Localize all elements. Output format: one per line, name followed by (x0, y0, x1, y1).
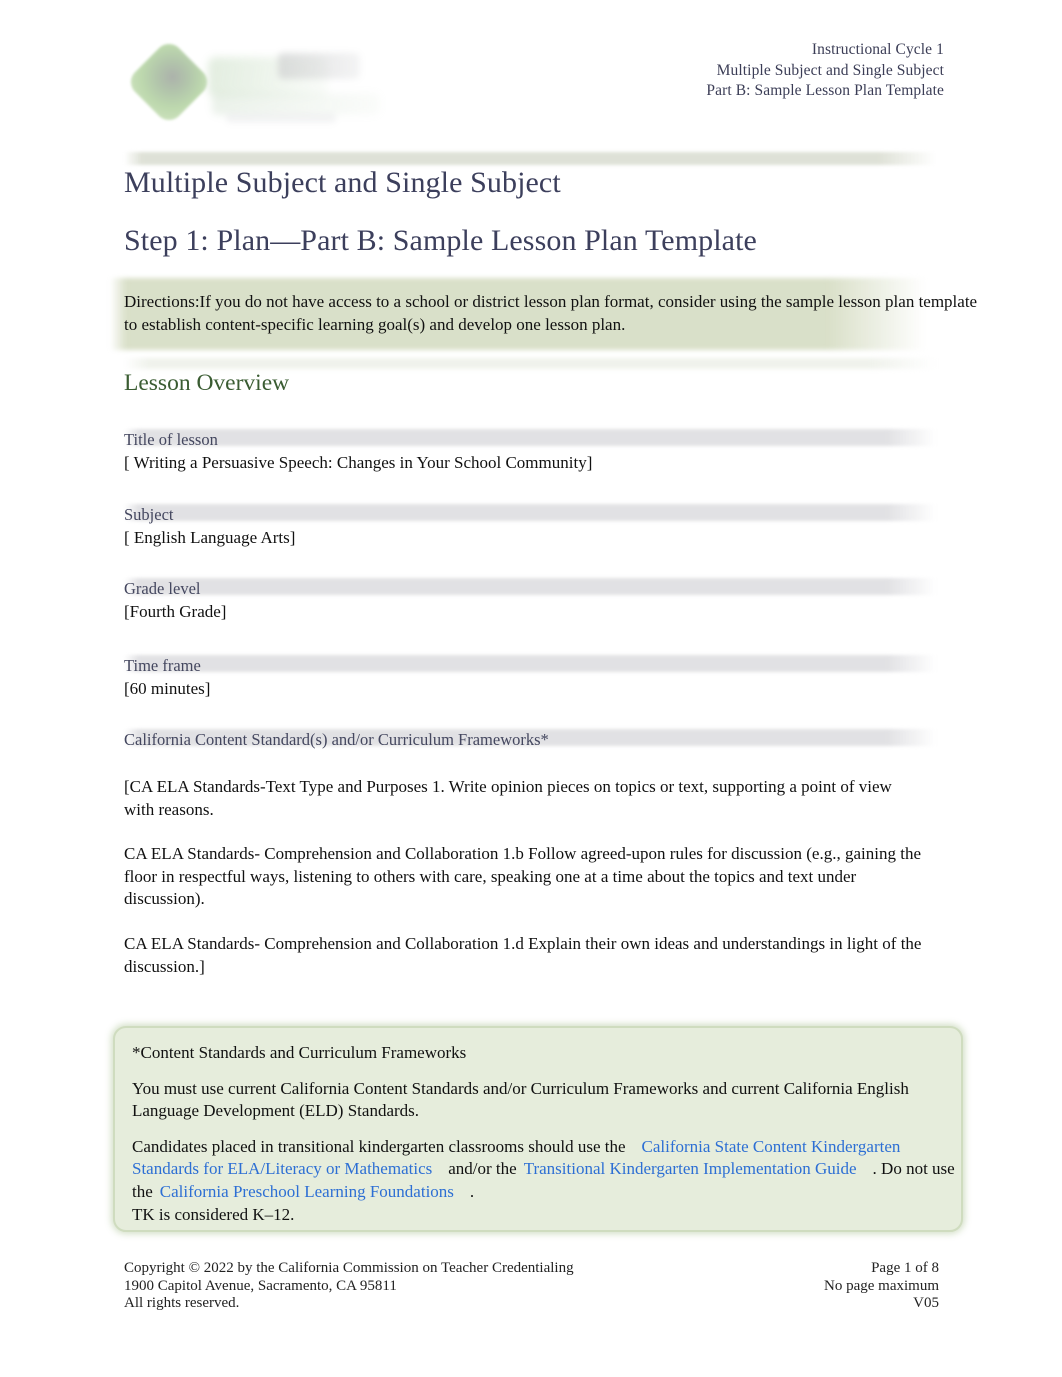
footer-row: All rights reserved. V05 (124, 1295, 939, 1313)
lesson-overview-heading: Lesson Overview (124, 370, 290, 396)
field-value[interactable]: [Fourth Grade] (124, 600, 1004, 623)
standards-paragraph-2: CA ELA Standards- Comprehension and Coll… (124, 844, 921, 909)
standards-body-text[interactable]: [CA ELA Standards-Text Type and Purposes… (124, 776, 924, 978)
footer-rights: All rights reserved. (124, 1295, 240, 1311)
note-heading: *Content Standards and Curriculum Framew… (132, 1043, 467, 1062)
field-value[interactable]: [ Writing a Persuasive Speech: Changes i… (124, 451, 1004, 474)
footer-copyright: Copyright © 2022 by the California Commi… (124, 1260, 574, 1276)
field-label: Time frame (124, 656, 201, 675)
logo-wordmark-blur-d (226, 113, 336, 123)
footer-address: 1900 Capitol Avenue, Sacramento, CA 9581… (124, 1277, 397, 1294)
note-text-part-2: and/or the (448, 1159, 517, 1179)
note-paragraph-1: You must use current California Content … (132, 1078, 909, 1121)
footer-page-number: Page 1 of 8 (871, 1260, 939, 1276)
page-title-primary: Multiple Subject and Single Subject (124, 166, 561, 199)
document-header: Instructional Cycle 1 Multiple Subject a… (0, 38, 1062, 140)
logo-wordmark-blur-c (212, 93, 380, 115)
link-transitional-kindergarten-implementation-guide[interactable]: Transitional Kindergarten Implementation… (524, 1159, 857, 1178)
standards-paragraph-3: CA ELA Standards- Comprehension and Coll… (124, 933, 922, 976)
field-label: Title of lesson (124, 430, 218, 449)
logo-diamond-icon (125, 38, 213, 126)
footer-version: V05 (913, 1295, 939, 1311)
content-standards-note-content: *Content Standards and Curriculum Framew… (132, 1042, 960, 1226)
field-subject: Subject [ English Language Arts] (124, 504, 1004, 549)
header-line-part: Part B: Sample Lesson Plan Template (706, 82, 944, 99)
footer-row: Copyright © 2022 by the California Commi… (124, 1260, 939, 1278)
field-label: Grade level (124, 579, 201, 598)
page-title-secondary: Step 1: Plan—Part B: Sample Lesson Plan … (124, 224, 757, 257)
document-footer: Copyright © 2022 by the California Commi… (124, 1260, 939, 1313)
header-text-block: Instructional Cycle 1 Multiple Subject a… (706, 40, 944, 102)
note-text-part-4: . (469, 1181, 475, 1201)
field-content-standards: California Content Standard(s) and/or Cu… (124, 729, 1004, 750)
field-label: Subject (124, 505, 174, 524)
directions-text: Directions:If you do not have access to … (124, 292, 978, 334)
field-value[interactable]: [60 minutes] (124, 677, 1004, 700)
footer-row: 1900 Capitol Avenue, Sacramento, CA 9581… (124, 1278, 939, 1296)
note-text-part-1: Candidates placed in transitional kinder… (132, 1136, 626, 1156)
link-california-preschool-learning-foundations[interactable]: California Preschool Learning Foundation… (160, 1182, 454, 1201)
field-time-frame: Time frame [60 minutes] (124, 655, 1004, 700)
note-text-part-5: TK is considered K–12. (132, 1204, 295, 1224)
field-value[interactable]: [ English Language Arts] (124, 526, 1004, 549)
header-line-cycle: Instructional Cycle 1 (811, 41, 944, 58)
field-grade-level: Grade level [Fourth Grade] (124, 578, 1004, 623)
ctc-logo (125, 38, 380, 133)
field-label: California Content Standard(s) and/or Cu… (124, 730, 549, 749)
document-page: Instructional Cycle 1 Multiple Subject a… (0, 0, 1062, 1377)
standards-paragraph-1: [CA ELA Standards-Text Type and Purposes… (124, 777, 892, 819)
logo-wordmark-blur-b (278, 53, 360, 79)
note-paragraph-2: Candidates placed in transitional kinder… (132, 1136, 960, 1226)
field-title-of-lesson: Title of lesson [ Writing a Persuasive S… (124, 429, 1004, 474)
header-line-subject: Multiple Subject and Single Subject (716, 61, 944, 79)
footer-page-maximum: No page maximum (824, 1277, 939, 1294)
